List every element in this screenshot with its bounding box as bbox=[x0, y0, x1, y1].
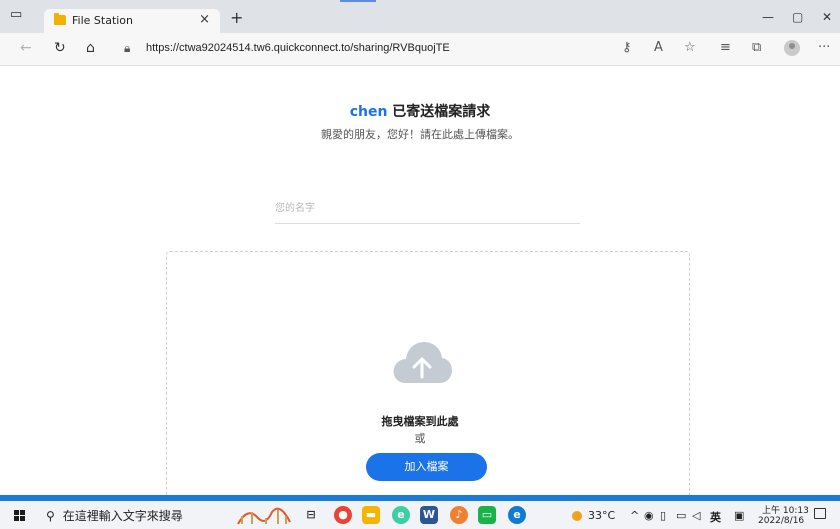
weather-icon[interactable] bbox=[572, 511, 582, 521]
refresh-icon[interactable]: ↻ bbox=[54, 40, 66, 56]
app-icon[interactable]: ♪ bbox=[450, 506, 468, 524]
cloud-upload-icon bbox=[393, 342, 452, 383]
heading-suffix: 已寄送檔案請求 bbox=[387, 104, 491, 120]
taskbar-search-label: 在這裡輸入文字來搜尋 bbox=[62, 509, 183, 523]
clock-date[interactable]: 2022/8/16 bbox=[758, 516, 804, 526]
new-tab-icon[interactable]: + bbox=[230, 8, 243, 27]
weather-temp[interactable]: 33°C bbox=[588, 509, 615, 522]
news-widget-icon[interactable] bbox=[236, 504, 292, 526]
word-icon[interactable]: W bbox=[420, 506, 438, 524]
name-field[interactable] bbox=[275, 196, 580, 224]
tab-file-station[interactable]: File Station × bbox=[44, 9, 220, 33]
collections-icon[interactable]: ⧉ bbox=[752, 41, 761, 55]
folder-icon bbox=[54, 13, 66, 25]
ime-indicator[interactable]: 英 bbox=[710, 509, 721, 525]
tab-title: File Station bbox=[72, 14, 134, 27]
add-file-button[interactable]: 加入檔案 bbox=[366, 453, 487, 481]
clock-time[interactable]: 上午 10:13 bbox=[762, 503, 809, 516]
keyboard-icon[interactable]: ▣ bbox=[734, 509, 744, 522]
browser-navbar: ← ↻ ⌂ 🔒︎ https://ctwa92024514.tw6.quickc… bbox=[0, 33, 840, 66]
edge-legacy-icon[interactable]: e bbox=[392, 506, 410, 524]
windows-taskbar: ⚲ 在這裡輸入文字來搜尋 ⊟ ● ▬ e W ♪ ▭ e 33°C ^ ◉ ▯ ▭… bbox=[0, 501, 840, 529]
drop-hint: 拖曳檔案到此處 bbox=[381, 415, 459, 428]
close-window-icon[interactable]: ✕ bbox=[822, 11, 832, 23]
page-heading: chen 已寄送檔案請求 bbox=[0, 101, 840, 121]
favorite-icon[interactable]: ☆ bbox=[684, 41, 696, 55]
network-icon[interactable]: ◉ bbox=[644, 509, 654, 522]
notification-icon[interactable] bbox=[814, 508, 826, 519]
tab-close-icon[interactable]: × bbox=[199, 12, 210, 27]
restore-icon[interactable]: ▢ bbox=[792, 11, 803, 23]
more-icon[interactable]: ··· bbox=[818, 41, 830, 55]
titlebar-accent bbox=[340, 0, 376, 2]
lock-icon[interactable]: 🔒︎ bbox=[124, 41, 130, 56]
key-icon[interactable]: ⚷ bbox=[622, 41, 632, 55]
search-icon: ⚲ bbox=[46, 509, 55, 523]
read-aloud-icon[interactable]: A bbox=[654, 41, 663, 55]
line-icon[interactable]: ▭ bbox=[478, 506, 496, 524]
battery-icon[interactable]: ▯ bbox=[660, 509, 666, 522]
windows-start-icon[interactable] bbox=[14, 510, 25, 521]
file-explorer-icon[interactable]: ▬ bbox=[362, 506, 380, 524]
show-hidden-icons-icon[interactable]: ^ bbox=[630, 509, 639, 522]
volume-icon[interactable]: ◁ bbox=[692, 509, 700, 522]
taskbar-search[interactable]: ⚲ 在這裡輸入文字來搜尋 bbox=[46, 507, 183, 524]
display-icon[interactable]: ▭ bbox=[676, 509, 686, 522]
or-label: 或 bbox=[414, 432, 426, 445]
browser-titlebar: ▭ File Station × + — ▢ ✕ bbox=[0, 0, 840, 33]
home-icon[interactable]: ⌂ bbox=[86, 40, 95, 56]
name-input[interactable] bbox=[275, 199, 580, 218]
sender-name: chen bbox=[349, 104, 388, 120]
profile-icon[interactable] bbox=[784, 40, 800, 56]
favorites-bar-icon[interactable]: ≡ bbox=[720, 41, 731, 55]
edge-icon[interactable]: e bbox=[508, 506, 526, 524]
page-subtitle: 親愛的朋友，您好！請在此處上傳檔案。 bbox=[321, 128, 519, 141]
back-icon[interactable]: ← bbox=[20, 40, 32, 56]
address-bar[interactable]: https://ctwa92024514.tw6.quickconnect.to… bbox=[146, 42, 450, 54]
chrome-icon[interactable]: ● bbox=[334, 506, 352, 524]
tab-actions-icon[interactable]: ▭ bbox=[10, 8, 22, 21]
task-view-icon[interactable]: ⊟ bbox=[302, 506, 320, 524]
minimize-icon[interactable]: — bbox=[762, 11, 774, 23]
